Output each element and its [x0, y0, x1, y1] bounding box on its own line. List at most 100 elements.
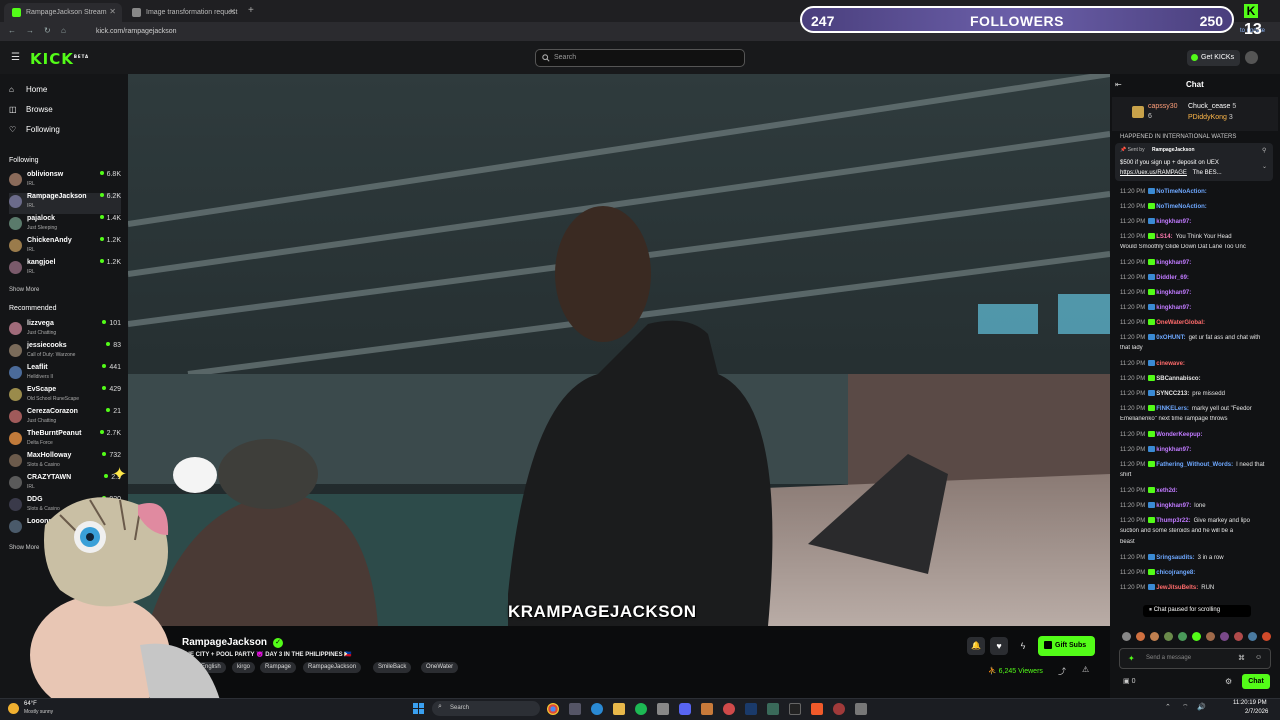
emote-icon[interactable] [1136, 632, 1145, 641]
channel-item[interactable]: jessiecooks Call of Duty: Warzone 83 [9, 342, 121, 363]
chat-username[interactable]: Diddler_69: [1156, 275, 1189, 281]
channel-item[interactable]: kangjoel IRL 1.2K [9, 259, 121, 280]
chat-message[interactable]: 11:20 PM Diddler_69: [1120, 274, 1270, 281]
unpin-icon[interactable]: ⚲ [1262, 147, 1266, 154]
channel-item[interactable]: CerezaCorazon Just Chatting 21 [9, 408, 121, 429]
menu-icon[interactable]: ☰ [11, 52, 20, 63]
chat-send-button[interactable]: Chat [1242, 674, 1270, 689]
emote-icon[interactable] [1150, 632, 1159, 641]
app-icon[interactable] [701, 703, 713, 715]
chat-message[interactable]: 11:20 PM Sringsaudits: 3 in a row [1120, 554, 1270, 561]
browser-tab-active[interactable]: RampageJackson Stream ✕ [4, 3, 122, 22]
channel-item[interactable]: Leaflit Helldivers II 441 [9, 364, 121, 385]
lightning-icon[interactable]: ϟ [1014, 637, 1032, 655]
taskbar-search[interactable]: ⌕ Search [432, 701, 540, 716]
emoji-icon[interactable]: ☺ [1255, 654, 1262, 661]
chat-message[interactable]: 11:20 PM kingkhan97: [1120, 304, 1270, 311]
chat-message[interactable]: 11:20 PM WonderKeepup: [1120, 431, 1270, 438]
channel-item[interactable]: lizzvega Just Chatting 101 [9, 320, 121, 341]
chat-message[interactable]: Would Smoothly Glide Down Dat Lane Too U… [1120, 244, 1270, 250]
gift-subs-button[interactable]: Gift Subs [1038, 636, 1095, 656]
emote-icon[interactable] [1122, 632, 1131, 641]
chat-message[interactable]: 11:20 PM kingkhan97: [1120, 289, 1270, 296]
chat-username[interactable]: kingkhan97: [1156, 447, 1191, 453]
clock-date[interactable]: 2/7/2026 [1245, 709, 1268, 715]
chat-message[interactable]: 11:20 PM kingkhan97: [1120, 218, 1270, 225]
back-icon[interactable]: ← [8, 26, 16, 35]
chat-username[interactable]: kingkhan97: [1156, 290, 1191, 296]
clock-time[interactable]: 11:20:19 PM [1233, 700, 1267, 706]
chat-username[interactable]: WonderKeepup: [1156, 432, 1202, 438]
chat-message[interactable]: 11:20 PM NoTimeNoAction: [1120, 203, 1270, 210]
discord-icon[interactable] [679, 703, 691, 715]
show-more-following[interactable]: Show More [9, 287, 39, 293]
chat-message[interactable]: 11:20 PM xeth2d: [1120, 487, 1270, 494]
home-icon[interactable]: ⌂ [61, 26, 66, 35]
app-icon[interactable] [723, 703, 735, 715]
channel-item[interactable]: EvScape Old School RuneScape 429 [9, 386, 121, 407]
chat-input[interactable]: ✦ Send a message ⌘ ☺ [1119, 648, 1271, 669]
nav-browse[interactable]: ◫ Browse [9, 105, 53, 114]
channel-points[interactable]: ▣ 0 [1123, 677, 1135, 685]
spotify-icon[interactable] [635, 703, 647, 715]
pinned-link[interactable]: https://uex.us/RAMPAGE The BES... [1120, 170, 1222, 176]
chat-message[interactable]: 11:20 PM kingkhan97: lone [1120, 502, 1270, 509]
chat-username[interactable]: kingkhan97: [1156, 503, 1191, 509]
channel-item[interactable]: oblivionsw IRL 6.8K [9, 171, 121, 192]
channel-item[interactable]: ChickenAndy IRL 1.2K [9, 237, 121, 258]
chat-message[interactable]: 11:20 PM JewJitsuBelts: RUN [1120, 584, 1270, 591]
app-icon[interactable] [767, 703, 779, 715]
chat-message[interactable]: 11:20 PM SBCannabisco: [1120, 375, 1270, 382]
chat-settings-icon[interactable]: ⚙ [1225, 677, 1232, 686]
forward-icon[interactable]: → [26, 26, 34, 35]
chat-username[interactable]: chicojrange8: [1156, 570, 1195, 576]
emote-icon[interactable] [1164, 632, 1173, 641]
app-icon[interactable] [855, 703, 867, 715]
chat-username[interactable]: Sringsaudits: [1156, 555, 1194, 561]
leader-3[interactable]: PDiddyKong 3 [1188, 114, 1233, 121]
chat-paused-banner[interactable]: ⏸ Chat paused for scrolling [1143, 605, 1251, 617]
collapse-chat-icon[interactable]: ⇤ [1115, 80, 1122, 89]
chat-message[interactable]: 11:20 PM OneWaterGlobal: [1120, 319, 1270, 326]
file-explorer-icon[interactable] [613, 703, 625, 715]
chat-message[interactable]: 11:20 PM kingkhan97: [1120, 259, 1270, 266]
chat-username[interactable]: OneWaterGlobal: [1156, 320, 1205, 326]
pinned-link-text[interactable]: https://uex.us/RAMPAGE [1120, 170, 1187, 176]
photoshop-icon[interactable] [745, 703, 757, 715]
reload-icon[interactable]: ↻ [44, 26, 51, 35]
chat-message[interactable]: 11:20 PM NoTimeNoAction: [1120, 188, 1270, 195]
settings-app-icon[interactable] [657, 703, 669, 715]
user-avatar[interactable] [1245, 51, 1258, 64]
get-kicks-button[interactable]: Get KICKs [1187, 50, 1240, 66]
chat-username[interactable]: xeth2d: [1156, 488, 1177, 494]
chat-message[interactable]: 11:20 PM cinewave: [1120, 360, 1270, 367]
terminal-icon[interactable] [789, 703, 801, 715]
chat-username[interactable]: 0xOHUNT: [1156, 335, 1185, 341]
chat-message[interactable]: suction and some steroids and he will be… [1120, 528, 1270, 534]
chat-message[interactable]: that lady [1120, 345, 1270, 351]
chat-username[interactable]: kingkhan97: [1156, 260, 1191, 266]
task-view-icon[interactable] [569, 703, 581, 715]
chat-username[interactable]: FINKELers: [1156, 406, 1189, 412]
chat-message[interactable]: shirt [1120, 472, 1270, 478]
emote-icon[interactable] [1234, 632, 1243, 641]
new-tab-icon[interactable]: + [248, 5, 254, 16]
kick-logo[interactable]: KICKBETA [30, 50, 89, 68]
channel-item[interactable]: pajalock Just Sleeping 1.4K [9, 215, 121, 236]
chat-message[interactable]: 11:20 PM Fathering_Without_Words: I need t… [1120, 461, 1270, 468]
chat-username[interactable]: NoTimeNoAction: [1156, 204, 1207, 210]
close-tab-icon[interactable]: ✕ [229, 7, 236, 16]
share-icon[interactable]: ⤴ [1058, 666, 1066, 677]
emote-icon[interactable] [1206, 632, 1215, 641]
chat-message[interactable]: 11:20 PM FINKELers: marky yell out "Feedor [1120, 405, 1270, 412]
chat-message[interactable]: beast [1120, 539, 1270, 545]
notification-bell-button[interactable]: 🔔 [967, 637, 985, 655]
stream-tag[interactable]: SmileBack [373, 662, 412, 673]
follow-button[interactable]: ♥ [990, 637, 1008, 655]
chat-username[interactable]: LS14: [1156, 234, 1172, 240]
wifi-icon[interactable]: ⌔ [1182, 703, 1189, 712]
emote-icon[interactable] [1192, 632, 1201, 641]
stream-tag[interactable]: Rampage [260, 662, 297, 673]
chat-username[interactable]: Thump3r22: [1156, 518, 1190, 524]
tray-chevron-icon[interactable]: ⌃ [1165, 703, 1171, 711]
